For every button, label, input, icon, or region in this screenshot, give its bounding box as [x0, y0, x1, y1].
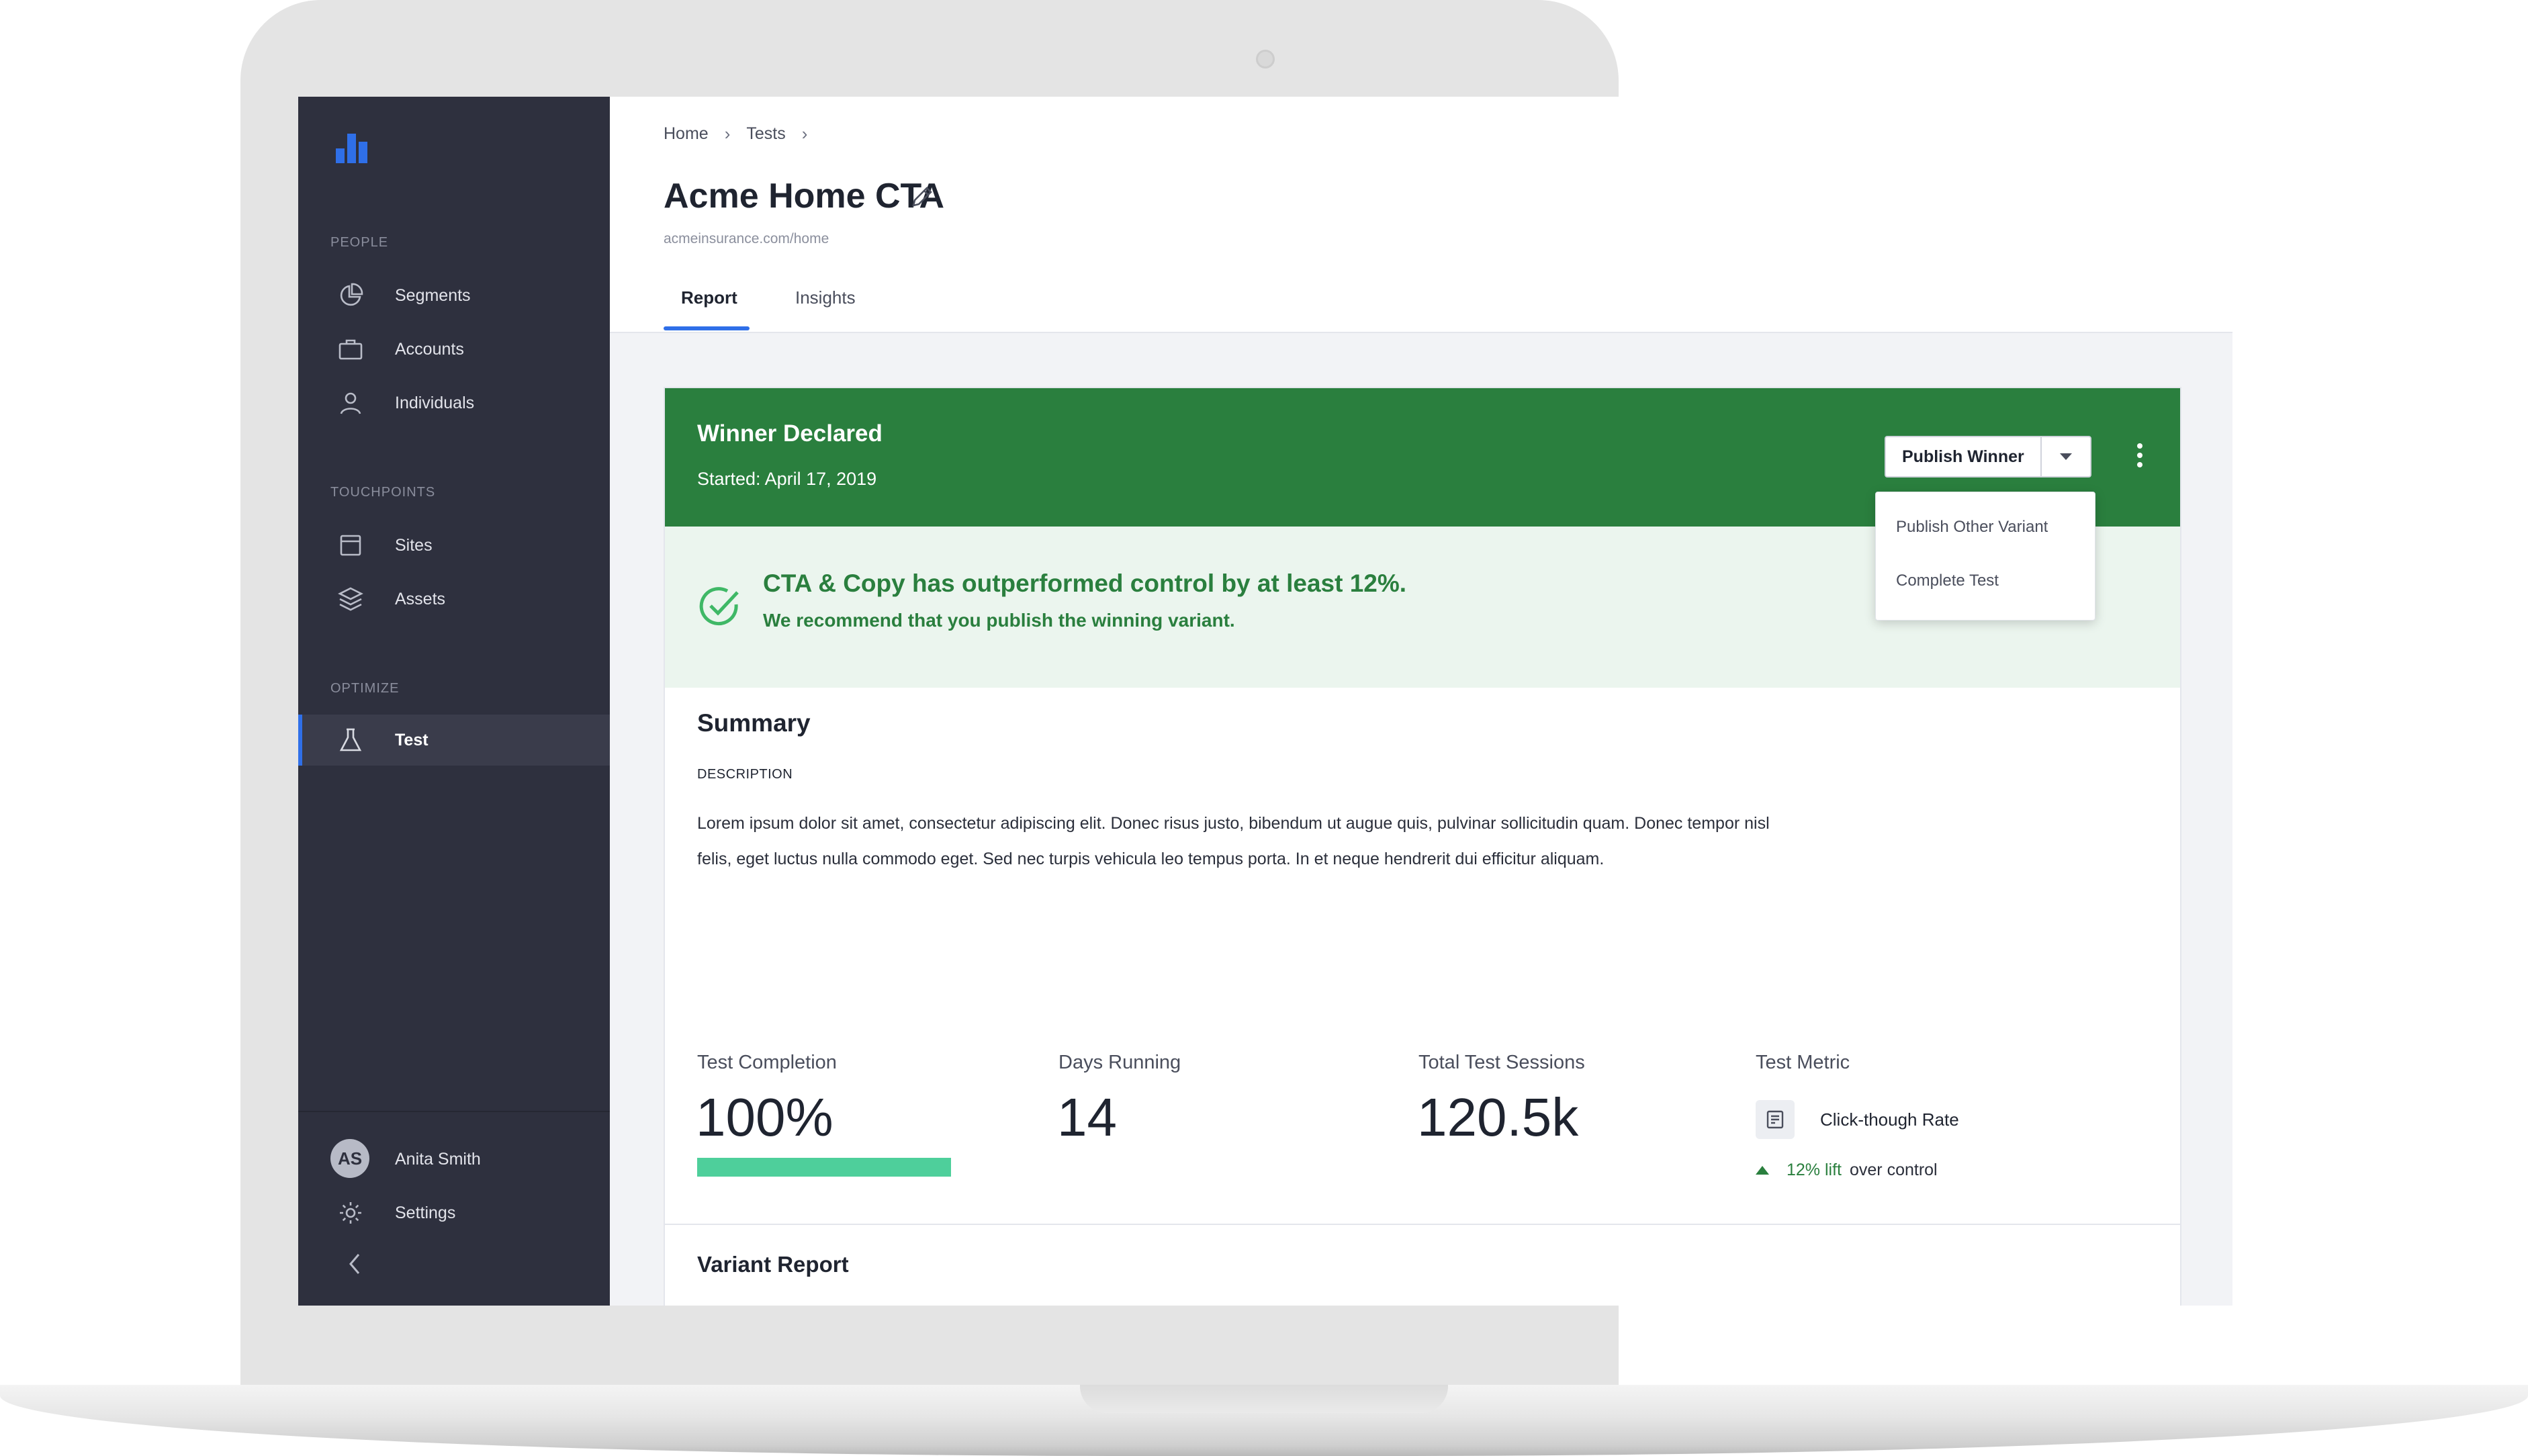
- caret-down-icon: [2059, 453, 2072, 460]
- sidebar-item-label: Sites: [395, 535, 433, 555]
- chevron-right-icon: ›: [801, 124, 808, 144]
- nav-section-people: PEOPLE: [330, 235, 389, 250]
- sidebar-item-test[interactable]: Test: [298, 715, 610, 766]
- test-completion-label: Test Completion: [697, 1052, 837, 1073]
- browser-window-icon: [337, 532, 364, 559]
- sidebar-item-individuals[interactable]: Individuals: [298, 377, 610, 428]
- publish-dropdown-menu: Publish Other Variant Complete Test: [1875, 492, 2095, 621]
- user-name: Anita Smith: [395, 1149, 481, 1169]
- gear-icon: [337, 1199, 364, 1226]
- winner-started-date: Started: April 17, 2019: [697, 469, 877, 489]
- lift-indicator: 12% lift over control: [1756, 1161, 1938, 1180]
- sidebar-divider: [298, 1111, 610, 1112]
- main-content: Home › Tests › Acme Home CTA acmeinsuran…: [610, 97, 2232, 1306]
- active-tab-indicator: [664, 326, 750, 330]
- person-icon: [337, 390, 364, 416]
- publish-winner-split-button: Publish Winner: [1885, 436, 2091, 477]
- laptop-base-notch: [1080, 1385, 1448, 1413]
- pie-chart-icon: [337, 282, 364, 309]
- publish-winner-button[interactable]: Publish Winner: [1886, 437, 2042, 476]
- sidebar-item-label: Segments: [395, 285, 471, 305]
- test-completion-value: 100%: [696, 1087, 833, 1147]
- sidebar-item-label: Assets: [395, 589, 446, 608]
- laptop-camera: [1256, 50, 1275, 69]
- days-running-value: 14: [1057, 1087, 1117, 1147]
- completion-progress-fill: [697, 1158, 951, 1177]
- alert-subtitle: We recommend that you publish the winnin…: [763, 610, 1235, 631]
- breadcrumb-tests[interactable]: Tests: [746, 124, 785, 144]
- collapse-sidebar-icon[interactable]: [341, 1250, 368, 1277]
- sidebar-item-label: Individuals: [395, 393, 475, 412]
- test-metric-label: Test Metric: [1756, 1052, 1850, 1073]
- tab-report[interactable]: Report: [681, 287, 737, 308]
- description-label: DESCRIPTION: [697, 767, 793, 782]
- completion-progress-bar: [697, 1158, 951, 1177]
- page-header: Home › Tests › Acme Home CTA acmeinsuran…: [610, 97, 2232, 333]
- total-sessions-label: Total Test Sessions: [1418, 1052, 1585, 1073]
- arrow-up-icon: [1756, 1166, 1769, 1175]
- breadcrumb: Home › Tests ›: [664, 124, 823, 144]
- sidebar-item-label: Test: [395, 730, 428, 749]
- test-metric-name: Click-though Rate: [1820, 1109, 1959, 1130]
- chevron-right-icon: ›: [724, 124, 731, 144]
- page-url[interactable]: acmeinsurance.com/home: [664, 231, 829, 247]
- winner-title: Winner Declared: [697, 420, 883, 447]
- layers-icon: [337, 586, 364, 612]
- app-logo-icon[interactable]: [336, 134, 369, 167]
- user-profile[interactable]: Anita Smith: [298, 1134, 610, 1185]
- breadcrumb-home[interactable]: Home: [664, 124, 709, 144]
- page-title: Acme Home CTA: [664, 177, 945, 216]
- total-sessions-value: 120.5k: [1417, 1087, 1579, 1147]
- nav-section-optimize: OPTIMIZE: [330, 681, 400, 696]
- sidebar: PEOPLE Segments Accounts Individuals TOU…: [298, 97, 610, 1306]
- sidebar-item-accounts[interactable]: Accounts: [298, 324, 610, 375]
- description-text: Lorem ipsum dolor sit amet, consectetur …: [697, 814, 1770, 868]
- report-card: Winner Declared Started: April 17, 2019 …: [664, 387, 2181, 1289]
- sidebar-item-sites[interactable]: Sites: [298, 520, 610, 571]
- briefcase-icon: [337, 336, 364, 363]
- publish-other-variant-option[interactable]: Publish Other Variant: [1896, 518, 2048, 537]
- lift-value: 12% lift: [1787, 1161, 1842, 1179]
- alert-title: CTA & Copy has outperformed control by a…: [763, 570, 1407, 597]
- lift-text: over control: [1849, 1161, 1938, 1179]
- summary-title: Summary: [697, 709, 811, 737]
- flask-icon: [337, 727, 364, 754]
- variant-report-title: Variant Report: [697, 1252, 849, 1277]
- variant-report-card: Variant Report: [664, 1224, 2181, 1306]
- check-circle-icon: [697, 584, 741, 632]
- complete-test-option[interactable]: Complete Test: [1896, 572, 1999, 590]
- nav-section-touchpoints: TOUCHPOINTS: [330, 485, 436, 500]
- sidebar-item-label: Settings: [395, 1203, 456, 1222]
- sidebar-item-label: Accounts: [395, 339, 464, 359]
- metric-report-icon: [1756, 1100, 1795, 1139]
- sidebar-item-assets[interactable]: Assets: [298, 574, 610, 625]
- app-screen: PEOPLE Segments Accounts Individuals TOU…: [298, 97, 2232, 1306]
- publish-dropdown-toggle[interactable]: [2042, 437, 2090, 476]
- sidebar-item-segments[interactable]: Segments: [298, 270, 610, 321]
- sidebar-item-settings[interactable]: Settings: [298, 1187, 610, 1238]
- days-running-label: Days Running: [1058, 1052, 1181, 1073]
- pencil-icon[interactable]: [908, 184, 935, 211]
- tab-insights[interactable]: Insights: [795, 287, 856, 308]
- more-options-icon[interactable]: [2132, 443, 2148, 467]
